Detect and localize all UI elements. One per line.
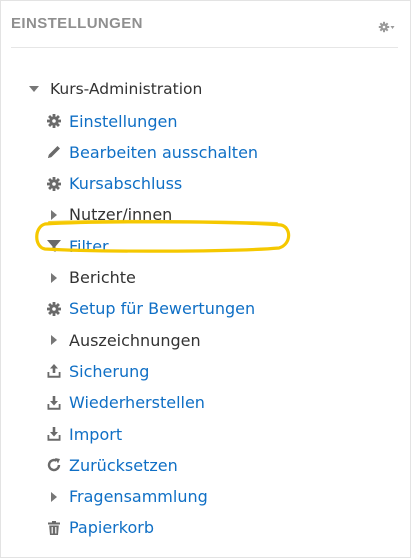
tree-item-sicherung[interactable]: Sicherung — [45, 359, 149, 383]
caret-right-icon — [45, 488, 63, 506]
caret-right-icon — [45, 269, 63, 287]
upload-icon — [45, 362, 63, 380]
gear-icon — [45, 112, 63, 130]
block-header: EINSTELLUNGEN — [11, 9, 400, 39]
tree-item-setup-für-bewertungen[interactable]: Setup für Bewertungen — [45, 297, 255, 321]
gear-icon — [45, 300, 63, 318]
tree-item-auszeichnungen[interactable]: Auszeichnungen — [45, 328, 201, 352]
gear-icon — [45, 175, 63, 193]
tree-item-label: Einstellungen — [69, 111, 178, 131]
tree-item-label: Sicherung — [69, 361, 150, 381]
tree-item-filter[interactable]: Filter — [45, 234, 109, 258]
tree-item-label: Import — [69, 424, 123, 444]
download-icon — [45, 425, 63, 443]
tree-item-einstellungen[interactable]: Einstellungen — [45, 109, 177, 133]
tree-item-bearbeiten-ausschalten[interactable]: Bearbeiten ausschalten — [45, 140, 258, 164]
tree-item-label: Zurücksetzen — [69, 455, 178, 475]
filter-icon — [45, 237, 63, 255]
gear-icon — [378, 21, 395, 33]
download-icon — [45, 394, 63, 412]
refresh-icon — [45, 456, 63, 474]
tree-root-label: Kurs-Administration — [50, 80, 203, 98]
tree-item-label: Auszeichnungen — [69, 330, 201, 350]
tree-item-label: Filter — [69, 236, 109, 256]
tree-item-label: Setup für Bewertungen — [69, 299, 256, 319]
block-title: EINSTELLUNGEN — [11, 15, 143, 32]
tree-item-label: Fragensammlung — [69, 487, 208, 507]
settings-block: EINSTELLUNGEN Kurs-Administration Einste… — [0, 0, 411, 558]
tree-item-nutzer-innen[interactable]: Nutzer/innen — [45, 203, 172, 227]
tree-item-zurücksetzen[interactable]: Zurücksetzen — [45, 453, 178, 477]
caret-right-icon — [45, 331, 63, 349]
tree-item-fragensammlung[interactable]: Fragensammlung — [45, 485, 208, 509]
tree-item-kursabschluss[interactable]: Kursabschluss — [45, 172, 182, 196]
tree-item-wiederherstellen[interactable]: Wiederherstellen — [45, 391, 205, 415]
trash-icon — [45, 519, 63, 537]
tree-item-papierkorb[interactable]: Papierkorb — [45, 516, 154, 540]
tree-item-label: Wiederherstellen — [69, 393, 205, 413]
tree-item-label: Papierkorb — [69, 518, 154, 538]
pencil-icon — [45, 143, 63, 161]
tree-item-berichte[interactable]: Berichte — [45, 266, 136, 290]
tree-item-label: Bearbeiten ausschalten — [69, 142, 259, 162]
caret-right-icon — [45, 206, 63, 224]
block-gear-menu[interactable] — [378, 18, 396, 33]
tree-item-label: Nutzer/innen — [69, 205, 173, 225]
tree-item-label: Berichte — [69, 268, 136, 287]
header-divider — [11, 47, 398, 48]
tree-item-label: Kursabschluss — [69, 174, 183, 194]
tree-root-kurs-administration[interactable]: Kurs-Administration — [29, 77, 202, 101]
caret-down-icon — [29, 86, 39, 92]
tree-item-import[interactable]: Import — [45, 422, 122, 446]
